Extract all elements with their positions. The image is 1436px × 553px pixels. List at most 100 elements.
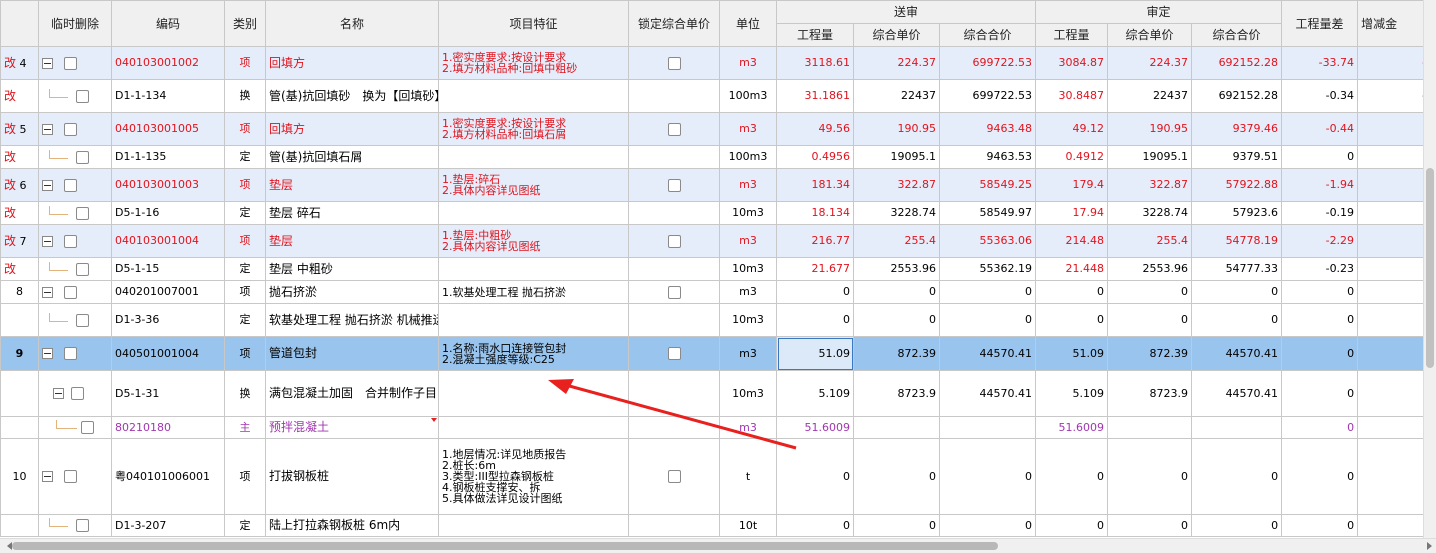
name-cell[interactable]: 软基处理工程 抛石挤淤 机械推运 [265,303,439,337]
name-cell[interactable]: 打拔钢板桩 [265,438,439,515]
temp-delete-checkbox[interactable] [63,122,77,136]
shen-qty-cell[interactable]: 179.4 [1035,168,1109,202]
song-qty-cell[interactable]: 51.6009 [776,416,854,439]
shen-total-cell[interactable] [1191,416,1283,439]
song-uprice-cell[interactable]: 190.95 [853,112,940,146]
incr-amount-cell[interactable] [1357,514,1424,537]
row-index-cell[interactable] [0,416,39,439]
type-cell[interactable]: 项 [224,168,266,202]
lock-price-cell[interactable] [628,168,720,202]
temp-delete-checkbox[interactable] [63,56,77,70]
qty-diff-cell[interactable]: -0.19 [1281,201,1359,225]
song-qty-cell[interactable]: 0.4956 [776,145,854,169]
song-total-cell[interactable]: 55362.19 [938,257,1037,281]
temp-delete-cell[interactable] [38,79,112,113]
incr-amount-cell[interactable] [1357,438,1424,515]
temp-delete-cell[interactable] [38,112,112,146]
lock-price-cell[interactable] [628,514,720,537]
song-uprice-cell[interactable]: 19095.1 [853,145,940,169]
name-cell[interactable]: 回填方 [265,112,439,146]
lock-price-cell[interactable] [628,112,720,146]
song-qty-cell[interactable]: 0 [776,514,854,537]
col-header-shen-qty[interactable]: 工程量 [1035,23,1109,47]
temp-delete-cell[interactable] [38,438,112,515]
shen-uprice-cell[interactable]: 8723.9 [1107,370,1193,417]
temp-delete-cell[interactable] [38,370,112,417]
shen-total-cell[interactable]: 692152.28 [1191,79,1283,113]
temp-delete-checkbox[interactable] [63,470,77,483]
row-index-cell[interactable]: 改 5 [0,112,39,146]
type-cell[interactable]: 定 [224,257,266,281]
shen-qty-cell[interactable]: 214.48 [1035,224,1109,258]
lock-price-cell[interactable] [628,201,720,225]
collapse-toggle-icon[interactable] [42,57,53,69]
table-row[interactable]: 80210180 主预拌混凝土 m3 51.6009 51.6009 0 [0,416,1424,439]
lock-price-cell[interactable] [628,303,720,337]
table-row[interactable]: D1-3-207 定陆上打拉森钢板桩 6m内 10t 0 0 0 0 0 0 0 [0,514,1424,537]
table-row[interactable]: 改 6 040103001003 项垫层 1.垫层:碎石 2.具体内容详见图纸 m3 1… [0,168,1424,202]
qty-diff-cell[interactable]: 0 [1281,416,1359,439]
col-header-shen-uprice[interactable]: 综合单价 [1107,23,1193,47]
unit-cell[interactable]: 10m3 [719,257,777,281]
lock-price-cell[interactable] [628,280,720,304]
song-total-cell[interactable]: 9463.48 [938,112,1037,146]
code-cell[interactable]: D5-1-31 [111,370,225,417]
song-qty-cell[interactable]: 181.34 [776,168,854,202]
temp-delete-checkbox[interactable] [81,421,94,434]
song-uprice-cell[interactable]: 255.4 [853,224,940,258]
table-row[interactable]: 改 D5-1-15 定垫层 中粗砂 10m3 21.677 2553.96 55362.1… [0,257,1424,281]
qty-diff-cell[interactable]: 0 [1281,336,1359,371]
row-index-cell[interactable]: 改 [0,257,39,281]
table-row[interactable]: D5-1-31换满包混凝土加固 合并制作子目 普通预拌混凝土 碎石粒径综合考虑 … [0,370,1424,417]
shen-qty-cell[interactable]: 51.09 [1035,336,1109,371]
name-cell[interactable]: 管道包封 [265,336,439,371]
name-cell[interactable]: 抛石挤淤 [265,280,439,304]
feature-cell[interactable] [438,201,629,225]
name-cell[interactable]: 满包混凝土加固 合并制作子目 普通预拌混凝土 碎石粒径综合考虑 C25 [265,370,439,417]
incr-amount-cell[interactable]: - [1357,168,1424,202]
lock-price-checkbox[interactable] [667,234,681,248]
song-total-cell[interactable]: 58549.25 [938,168,1037,202]
lock-price-cell[interactable] [628,416,720,439]
lock-price-checkbox[interactable] [667,470,681,483]
name-cell[interactable]: 预拌混凝土 [265,416,439,439]
vertical-scroll-thumb[interactable] [1426,168,1434,368]
qty-diff-cell[interactable]: 0 [1281,303,1359,337]
unit-cell[interactable]: m3 [719,168,777,202]
shen-uprice-cell[interactable]: 22437 [1107,79,1193,113]
lock-price-cell[interactable] [628,79,720,113]
name-cell[interactable]: 垫层 [265,224,439,258]
song-total-cell[interactable]: 44570.41 [938,336,1037,371]
lock-price-checkbox[interactable] [667,178,681,192]
shen-total-cell[interactable]: 44570.41 [1191,336,1283,371]
code-cell[interactable]: 040201007001 [111,280,225,304]
feature-cell[interactable] [438,257,629,281]
song-qty-cell[interactable]: 0 [776,303,854,337]
type-cell[interactable]: 项 [224,224,266,258]
table-row[interactable]: 改 7 040103001004 项垫层 1.垫层:中粗砂 2.具体内容详见图纸 m3… [0,224,1424,258]
song-uprice-cell[interactable]: 322.87 [853,168,940,202]
feature-cell[interactable]: 1.垫层:中粗砂 2.具体内容详见图纸 [438,224,629,258]
incr-amount-cell[interactable] [1357,112,1424,146]
song-total-cell[interactable]: 699722.53 [938,79,1037,113]
temp-delete-cell[interactable] [38,224,112,258]
qty-diff-cell[interactable]: -2.29 [1281,224,1359,258]
collapse-toggle-icon[interactable] [42,471,53,482]
lock-price-checkbox[interactable] [667,56,681,70]
incr-amount-cell[interactable]: - [1357,224,1424,258]
lock-price-cell[interactable] [628,336,720,371]
code-cell[interactable]: D1-3-36 [111,303,225,337]
temp-delete-cell[interactable] [38,168,112,202]
shen-qty-cell[interactable]: 5.109 [1035,370,1109,417]
type-cell[interactable]: 定 [224,145,266,169]
shen-uprice-cell[interactable]: 255.4 [1107,224,1193,258]
shen-uprice-cell[interactable]: 872.39 [1107,336,1193,371]
shen-qty-cell[interactable]: 17.94 [1035,201,1109,225]
collapse-toggle-icon[interactable] [42,123,53,135]
shen-uprice-cell[interactable] [1107,416,1193,439]
temp-delete-checkbox[interactable] [75,206,89,220]
temp-delete-cell[interactable] [38,145,112,169]
lock-price-cell[interactable] [628,46,720,80]
shen-qty-cell[interactable]: 51.6009 [1035,416,1109,439]
unit-cell[interactable]: m3 [719,280,777,304]
